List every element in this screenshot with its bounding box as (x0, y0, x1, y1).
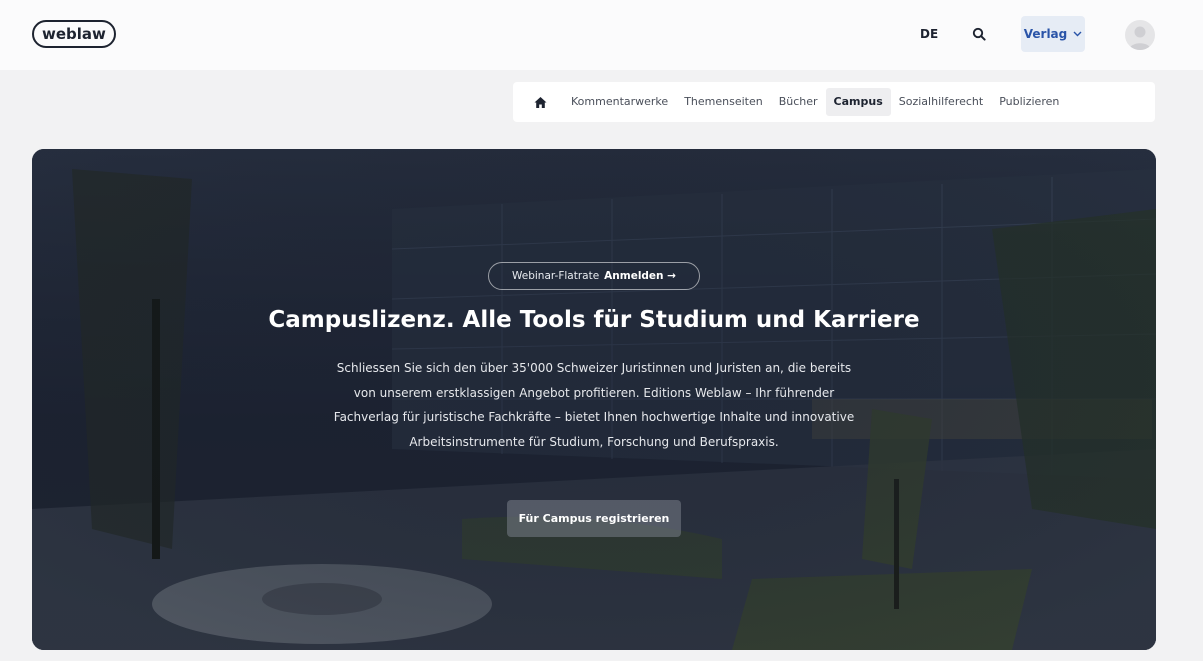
campus-register-button[interactable]: Für Campus registrieren (507, 500, 681, 537)
user-avatar-button[interactable] (1125, 20, 1155, 50)
nav-home-button[interactable] (527, 88, 553, 116)
hero-description: Schliessen Sie sich den über 35'000 Schw… (333, 361, 855, 449)
nav-item-themenseiten[interactable]: Themenseiten (676, 88, 771, 116)
weblaw-logo[interactable]: weblaw (32, 20, 116, 48)
hero-banner: Webinar-Flatrate Anmelden → Campuslizenz… (32, 149, 1156, 650)
verlag-label: Verlag (1023, 27, 1068, 41)
language-switch[interactable]: DE (920, 24, 938, 44)
chevron-down-icon (1073, 31, 1082, 37)
user-avatar-icon (1129, 26, 1151, 50)
webinar-flatrate-pill[interactable]: Webinar-Flatrate Anmelden → (488, 262, 700, 290)
top-header: weblaw DE Verlag (0, 0, 1203, 70)
home-icon (534, 96, 546, 108)
hero-content: Webinar-Flatrate Anmelden → Campuslizenz… (32, 149, 1156, 650)
search-icon (972, 27, 986, 41)
main-navigation: Kommentarwerke Themenseiten Bücher Campu… (513, 82, 1155, 122)
search-button[interactable] (966, 21, 992, 47)
nav-item-buecher[interactable]: Bücher (771, 88, 826, 116)
nav-item-publizieren[interactable]: Publizieren (991, 88, 1067, 116)
hero-title: Campuslizenz. Alle Tools für Studium und… (268, 307, 920, 333)
pill-text: Webinar-Flatrate (511, 270, 600, 282)
nav-item-sozialhilferecht[interactable]: Sozialhilferecht (891, 88, 991, 116)
nav-item-campus[interactable]: Campus (825, 88, 891, 116)
nav-item-kommentarwerke[interactable]: Kommentarwerke (563, 88, 676, 116)
verlag-dropdown-button[interactable]: Verlag (1021, 16, 1085, 52)
pill-link[interactable]: Anmelden → (604, 270, 676, 282)
